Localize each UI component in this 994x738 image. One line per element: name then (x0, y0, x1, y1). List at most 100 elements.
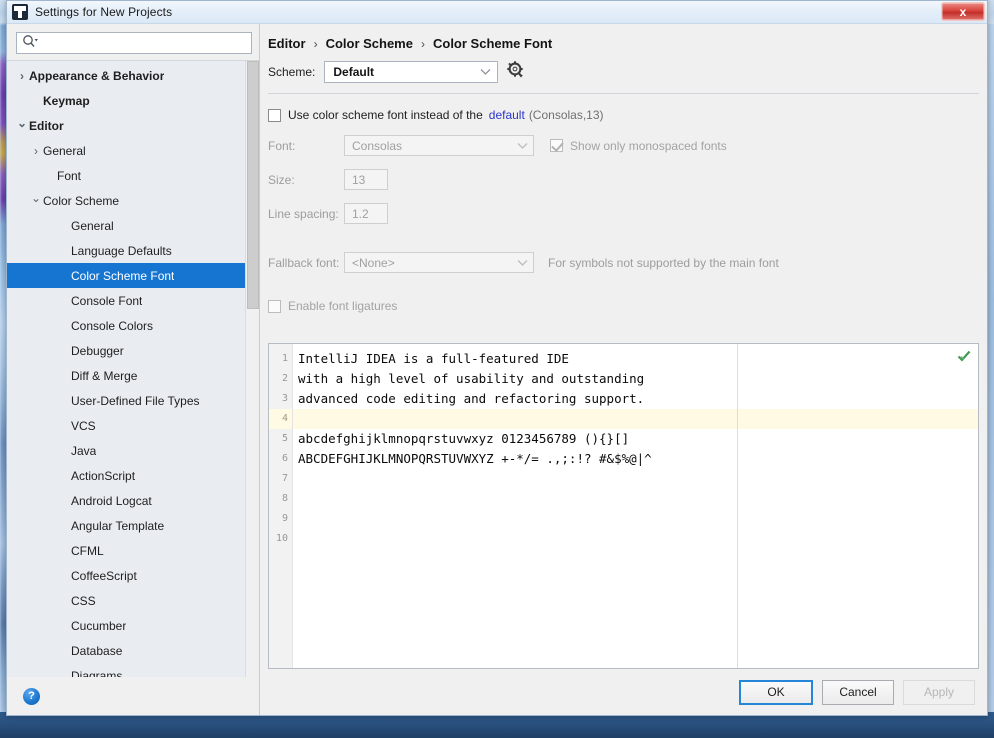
sidebar-item-debugger[interactable]: Debugger (7, 338, 259, 363)
right-margin-guide (737, 344, 738, 668)
search-box[interactable] (16, 32, 252, 54)
default-font-link[interactable]: default (489, 108, 525, 122)
sidebar-item-keymap[interactable]: Keymap (7, 88, 259, 113)
sidebar-item-label: Diagrams (71, 668, 123, 678)
ok-button[interactable]: OK (739, 679, 813, 705)
sidebar-item-vcs[interactable]: VCS (7, 413, 259, 438)
sidebar-item-label: Color Scheme (43, 193, 120, 208)
chevron-down-icon[interactable]: ⌄ (15, 117, 29, 129)
chevron-down-icon[interactable]: ⌄ (29, 192, 43, 204)
sidebar-item-general[interactable]: › General (7, 138, 259, 163)
sidebar-item-cucumber[interactable]: Cucumber (7, 613, 259, 638)
sidebar-item-appearance-behavior[interactable]: › Appearance & Behavior (7, 63, 259, 88)
sidebar-item-css[interactable]: CSS (7, 588, 259, 613)
sidebar-item-editor[interactable]: ⌄ Editor (7, 113, 259, 138)
enable-ligatures-label: Enable font ligatures (288, 299, 398, 313)
font-select: Consolas (344, 135, 534, 156)
line-number: 9 (281, 513, 288, 524)
sidebar-item-label: VCS (71, 418, 96, 433)
sidebar-item-angular-template[interactable]: Angular Template (7, 513, 259, 538)
font-label: Font: (268, 138, 296, 153)
chevron-right-icon[interactable]: › (15, 70, 29, 82)
sidebar-item-console-font[interactable]: Console Font (7, 288, 259, 313)
dialog-body: › Appearance & Behavior Keymap ⌄ Editor › Gene… (7, 24, 987, 715)
apply-button[interactable]: Apply (903, 679, 975, 705)
sidebar-item-color-scheme-font[interactable]: Color Scheme Font (7, 263, 259, 288)
sidebar-item-android-logcat[interactable]: Android Logcat (7, 488, 259, 513)
sidebar-item-label: Database (71, 643, 123, 658)
font-select-value: Consolas (352, 138, 403, 153)
ligatures-row: Enable font ligatures (268, 299, 979, 313)
sidebar-item-label: Editor (29, 118, 64, 133)
preview-line (293, 469, 978, 489)
fallback-font-value: <None> (352, 255, 395, 270)
font-row: Font: Consolas Show only monospaced font… (268, 135, 979, 156)
scheme-select[interactable]: Default (324, 61, 499, 83)
sidebar-item-general[interactable]: General (7, 213, 259, 238)
sidebar-item-database[interactable]: Database (7, 638, 259, 663)
help-icon[interactable]: ? (23, 687, 40, 705)
close-icon[interactable]: x (941, 2, 985, 21)
sidebar-item-coffeescript[interactable]: CoffeeScript (7, 563, 259, 588)
breadcrumb: Editor › Color Scheme › Color Scheme Fon… (260, 24, 987, 61)
sidebar-item-label: Font (57, 168, 82, 183)
preview-line: with a high level of usability and outst… (298, 371, 645, 386)
gear-icon[interactable] (507, 61, 524, 83)
dialog-titlebar: Settings for New Projects x (7, 1, 987, 24)
chevron-down-icon (479, 63, 492, 81)
sidebar-item-color-scheme[interactable]: ⌄ Color Scheme (7, 188, 259, 213)
search-input[interactable] (42, 34, 251, 52)
sidebar-item-actionscript[interactable]: ActionScript (7, 463, 259, 488)
sidebar-item-label: Java (71, 443, 97, 458)
line-number: 5 (281, 433, 288, 444)
help-bar: ? (7, 677, 259, 715)
chevron-right-icon: › (313, 36, 318, 51)
sidebar-item-user-defined-file-types[interactable]: User-Defined File Types (7, 388, 259, 413)
line-number: 6 (281, 453, 288, 464)
sidebar-item-label: Console Font (71, 293, 143, 308)
editor-gutter: 1 2 3 4 5 6 7 8 9 10 (269, 344, 293, 668)
sidebar-item-language-defaults[interactable]: Language Defaults (7, 238, 259, 263)
scheme-label: Scheme: (268, 65, 316, 79)
settings-tree-scroll: › Appearance & Behavior Keymap ⌄ Editor › Gene… (7, 60, 259, 677)
breadcrumb-item-color-scheme[interactable]: Color Scheme (326, 36, 413, 51)
line-number: 8 (281, 493, 288, 504)
sidebar-item-label: General (43, 143, 86, 158)
sidebar-item-label: Diff & Merge (71, 368, 138, 383)
editor-content[interactable]: IntelliJ IDEA is a full-featured IDE with… (293, 344, 978, 668)
line-number: 7 (281, 473, 288, 484)
line-spacing-label: Line spacing: (268, 206, 339, 221)
line-number: 4 (269, 409, 292, 429)
fallback-font-note: For symbols not supported by the main fo… (548, 255, 779, 270)
show-monospaced-label: Show only monospaced fonts (570, 138, 727, 153)
preview-line: ABCDEFGHIJKLMNOPQRSTUVWXYZ +-*/= .,;:!? … (298, 451, 652, 466)
sidebar-item-java[interactable]: Java (7, 438, 259, 463)
sidebar-item-label: CSS (71, 593, 96, 608)
chevron-right-icon: › (420, 36, 425, 51)
sidebar-item-console-colors[interactable]: Console Colors (7, 313, 259, 338)
settings-dialog: Settings for New Projects x › Appearance… (6, 0, 988, 716)
use-scheme-font-checkbox[interactable] (268, 108, 281, 122)
monospaced-row: Show only monospaced fonts (550, 139, 727, 153)
preview-line: IntelliJ IDEA is a full-featured IDE (298, 351, 569, 366)
enable-ligatures-checkbox (268, 299, 281, 313)
breadcrumb-item-editor[interactable]: Editor (268, 36, 306, 51)
preview-line (293, 489, 978, 509)
font-preview-editor[interactable]: 1 2 3 4 5 6 7 8 9 10 IntelliJ IDEA is a full-feat… (268, 343, 979, 669)
settings-tree: › Appearance & Behavior Keymap ⌄ Editor › Gene… (7, 61, 259, 677)
sidebar-item-cfml[interactable]: CFML (7, 538, 259, 563)
cancel-button[interactable]: Cancel (822, 679, 894, 705)
chevron-down-icon (516, 256, 529, 270)
sidebar-item-diff-merge[interactable]: Diff & Merge (7, 363, 259, 388)
sidebar-item-label: User-Defined File Types (71, 393, 200, 408)
sidebar-item-font[interactable]: Font (7, 163, 259, 188)
sidebar-item-diagrams[interactable]: Diagrams (7, 663, 259, 678)
use-scheme-font-label: Use color scheme font instead of the (288, 108, 483, 122)
sidebar-item-label: Color Scheme Font (71, 268, 175, 283)
preview-line (293, 529, 978, 549)
sidebar-scrollbar-thumb[interactable] (247, 61, 259, 309)
show-monospaced-checkbox (550, 139, 563, 152)
chevron-right-icon[interactable]: › (29, 145, 43, 157)
default-font-value: (Consolas,13) (528, 108, 604, 122)
sidebar-scrollbar[interactable] (245, 61, 259, 677)
